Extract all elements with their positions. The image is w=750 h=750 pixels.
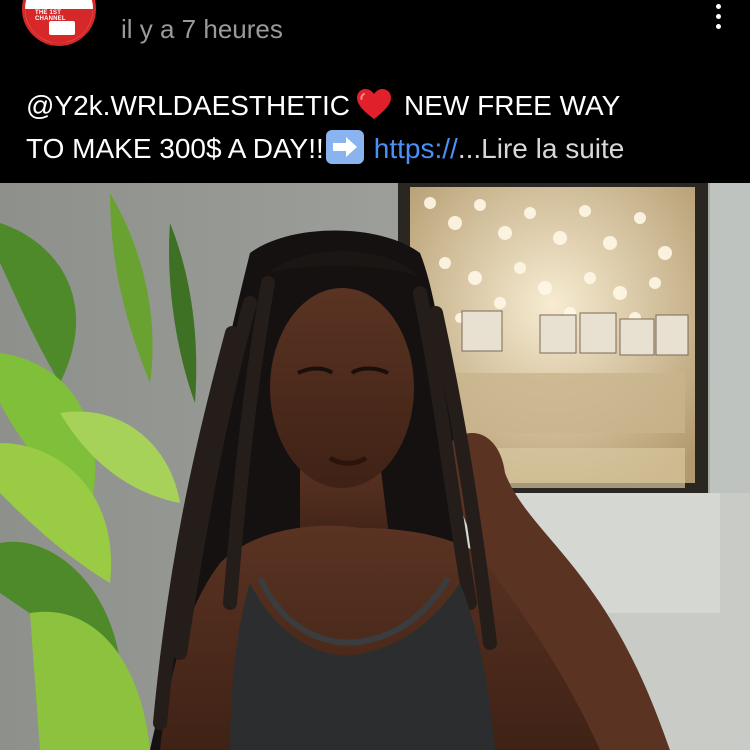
photo-illustration (0, 183, 750, 750)
more-vertical-icon[interactable] (706, 4, 730, 34)
post-caption: @Y2k.WRLDAESTHETIC NEW FREE WAY TO MAKE 3… (26, 84, 726, 170)
read-more-link[interactable]: Lire la suite (481, 133, 624, 164)
mention-link[interactable]: @Y2k.WRLDAESTHETIC (26, 90, 350, 121)
heart-icon (357, 89, 392, 119)
post-link[interactable]: https:// (374, 133, 458, 164)
channel-avatar[interactable]: THE 1ST CHANNEL (22, 0, 96, 46)
ellipsis: ... (457, 133, 482, 164)
caption-line2: TO MAKE 300$ A DAY!! (26, 133, 324, 164)
post-timestamp: il y a 7 heures (121, 14, 283, 44)
post-header: THE 1ST CHANNEL il y a 7 heures (0, 0, 750, 62)
tv-icon (49, 21, 75, 35)
right-arrow-icon (325, 130, 364, 164)
post-photo[interactable] (0, 183, 750, 750)
caption-line1: NEW FREE WAY (404, 90, 621, 121)
